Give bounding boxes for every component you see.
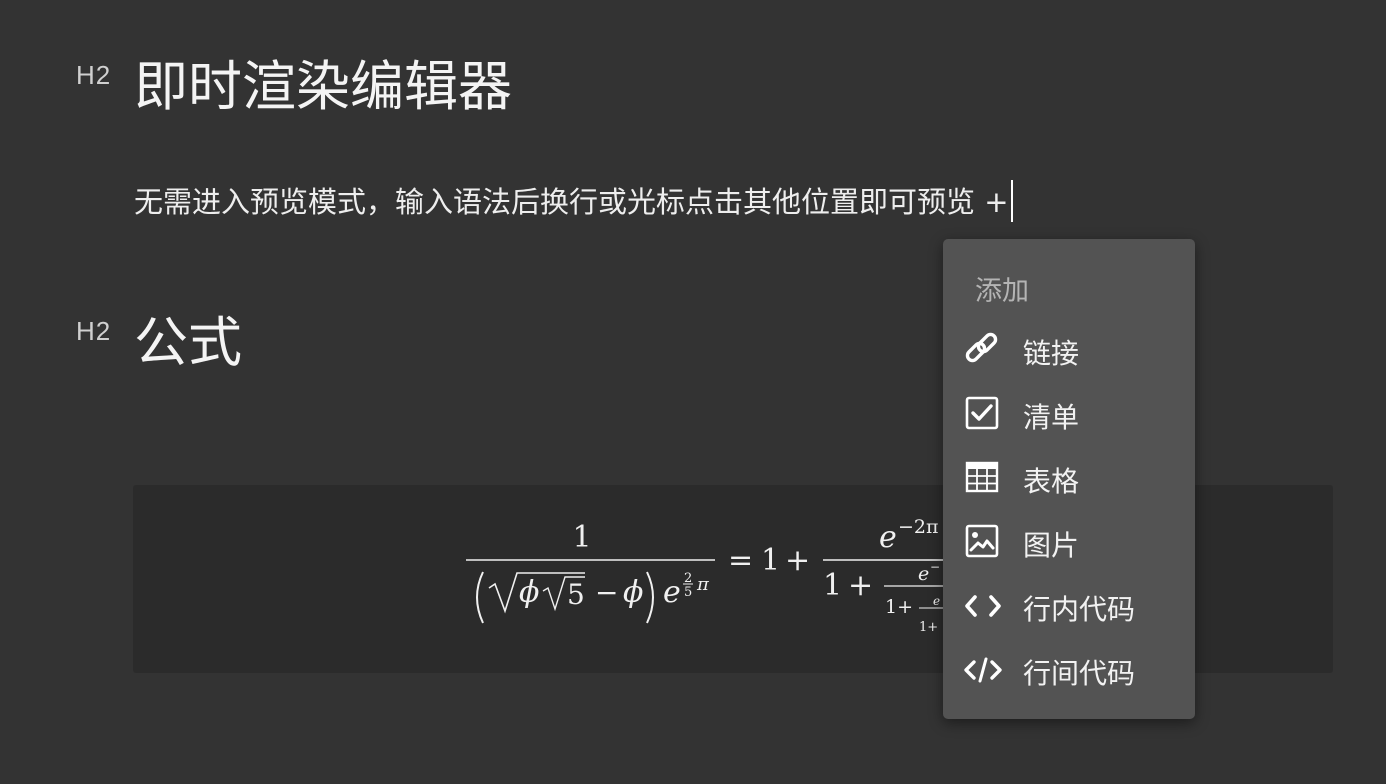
menu-item-label: 清单 — [1023, 401, 1080, 434]
e-base-nested: e — [918, 563, 929, 585]
e-base: e — [663, 575, 681, 610]
code-block-icon — [963, 652, 1003, 688]
paragraph-content[interactable]: 无需进入预览模式，输入语法后换行或光标点击其他位置即可预览 + — [134, 185, 1009, 219]
menu-item-checklist[interactable]: 清单 — [943, 386, 1195, 442]
e-base: e — [879, 520, 897, 555]
equals-sign: = — [728, 543, 753, 578]
inline-code-icon — [963, 588, 1003, 624]
insert-menu: 添加 链接 清单 表格 图片 行内代码 行间代码 — [943, 239, 1195, 719]
heading-level-marker: H2 — [76, 316, 112, 346]
nested-one-plus2: 1+ — [919, 620, 938, 635]
link-icon — [963, 332, 1003, 368]
exp-neg-nested: − — [930, 560, 940, 574]
close-paren — [646, 571, 654, 624]
menu-item-label: 链接 — [1023, 337, 1080, 370]
menu-item-label: 表格 — [1023, 465, 1080, 498]
menu-title: 添加 — [975, 276, 1029, 307]
plus-sign: + — [785, 543, 810, 578]
paragraph-text[interactable]: 无需进入预览模式，输入语法后换行或光标点击其他位置即可预览 + — [134, 180, 1013, 222]
menu-item-image[interactable]: 图片 — [943, 514, 1195, 570]
menu-item-inline-code[interactable]: 行内代码 — [943, 578, 1195, 634]
heading-instant-render-editor[interactable]: 即时渲染编辑器 — [134, 42, 512, 121]
phi-symbol: ϕ — [623, 575, 643, 610]
editor-page: H2 即时渲染编辑器 无需进入预览模式，输入语法后换行或光标点击其他位置即可预览… — [0, 0, 1386, 784]
exp-neg-2pi: −2π — [898, 516, 939, 538]
table-icon — [963, 460, 1003, 496]
open-paren — [476, 571, 484, 624]
menu-item-table[interactable]: 表格 — [943, 450, 1195, 506]
e-base-nested2: e — [933, 594, 940, 608]
menu-item-label: 图片 — [1023, 529, 1080, 562]
one-term: 1 — [761, 543, 780, 578]
heading-formula[interactable]: 公式 — [134, 298, 242, 377]
exp-pi: π — [696, 574, 710, 595]
heading-level-marker: H2 — [76, 60, 112, 90]
denominator-one: 1 — [823, 568, 842, 603]
text-cursor — [1010, 180, 1013, 222]
minus-sign: − — [595, 576, 618, 609]
menu-item-label: 行内代码 — [1023, 593, 1136, 626]
menu-item-link[interactable]: 链接 — [943, 322, 1195, 378]
menu-item-code-block[interactable]: 行间代码 — [943, 642, 1195, 698]
numerator-one: 1 — [572, 520, 591, 555]
exp-five: 5 — [684, 585, 692, 600]
menu-item-label: 行间代码 — [1023, 657, 1136, 690]
phi-symbol: ϕ — [519, 575, 539, 610]
checklist-icon — [963, 396, 1003, 432]
image-icon — [963, 524, 1003, 560]
five-digit: 5 — [567, 578, 585, 611]
nested-one-plus: 1+ — [885, 596, 913, 618]
plus-sign: + — [848, 568, 873, 603]
